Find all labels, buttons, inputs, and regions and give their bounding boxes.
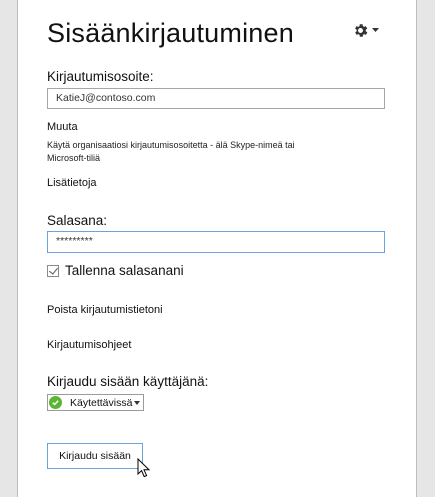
signin-address-hint: Käytä organisaatiosi kirjautumisosoitett… bbox=[47, 140, 295, 163]
signin-panel: Sisäänkirjautuminen Kirjautumisosoite: K… bbox=[17, 0, 417, 497]
change-address-link[interactable]: Muuta bbox=[47, 121, 78, 133]
gear-icon bbox=[352, 22, 369, 39]
chevron-down-icon bbox=[372, 27, 379, 33]
save-password-checkbox-row[interactable]: Tallenna salasanani bbox=[47, 263, 184, 278]
delete-signin-info-link[interactable]: Poista kirjautumistietoni bbox=[47, 304, 163, 316]
window-frame: Sisäänkirjautuminen Kirjautumisosoite: K… bbox=[0, 0, 435, 497]
save-password-checkbox[interactable] bbox=[47, 264, 59, 277]
available-status-icon bbox=[49, 396, 62, 409]
password-label: Salasana: bbox=[47, 213, 108, 228]
sign-in-as-label: Kirjaudu sisään käyttäjänä: bbox=[47, 374, 209, 389]
more-info-link[interactable]: Lisätietoja bbox=[47, 177, 97, 189]
chevron-down-icon bbox=[134, 400, 140, 405]
signin-address-label: Kirjautumisosoite: bbox=[47, 69, 154, 84]
save-password-label: Tallenna salasanani bbox=[65, 263, 184, 278]
password-input[interactable]: ********* bbox=[47, 231, 385, 253]
status-dropdown[interactable]: Käytettävissä bbox=[47, 394, 144, 411]
mouse-pointer-icon bbox=[137, 457, 151, 483]
sign-in-button[interactable]: Kirjaudu sisään bbox=[47, 443, 143, 469]
options-menu-button[interactable] bbox=[352, 20, 384, 40]
signin-address-input[interactable]: KatieJ@contoso.com bbox=[47, 88, 385, 109]
signin-help-link[interactable]: Kirjautumisohjeet bbox=[47, 339, 131, 351]
status-value: Käytettävissä bbox=[70, 396, 133, 409]
page-title: Sisäänkirjautuminen bbox=[47, 18, 294, 48]
